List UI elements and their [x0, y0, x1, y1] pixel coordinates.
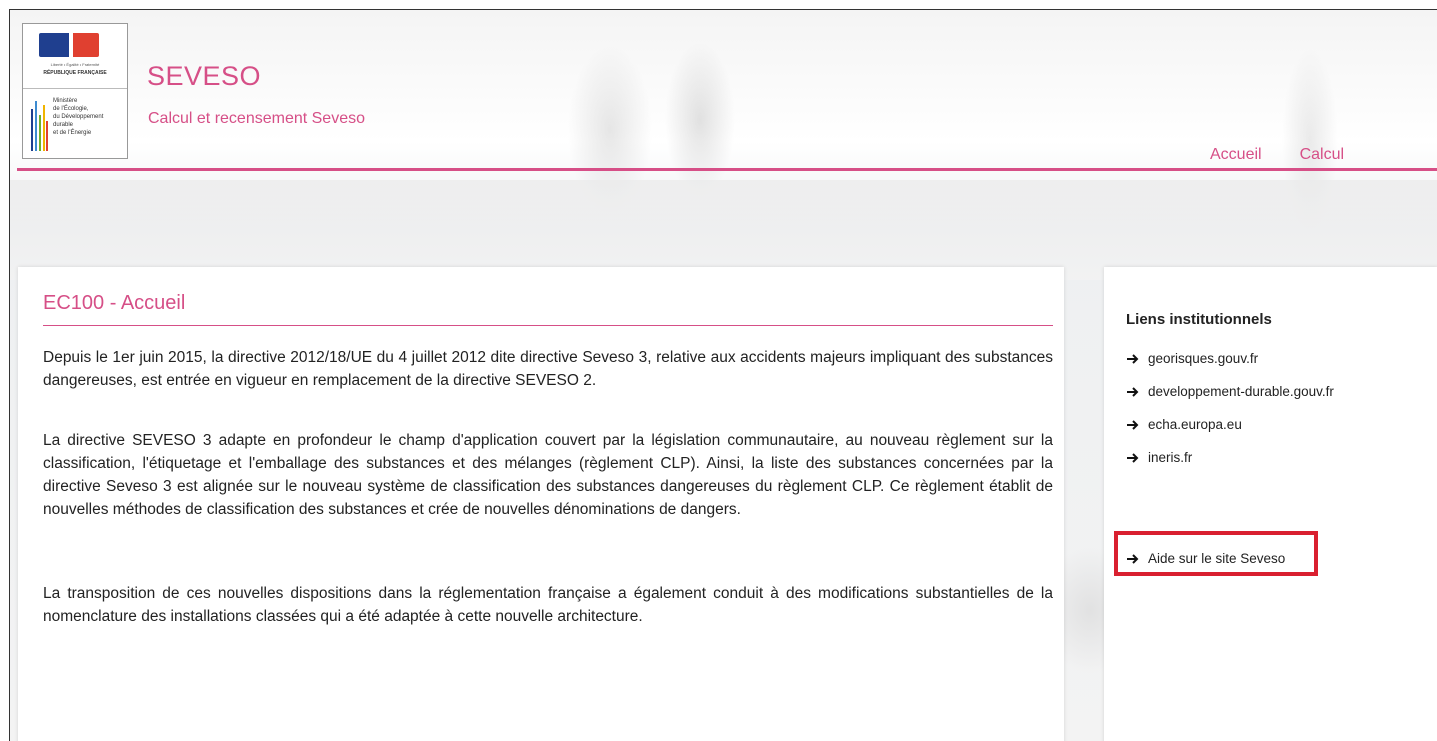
republic-name: RÉPUBLIQUE FRANÇAISE — [43, 70, 107, 76]
link-georisques[interactable]: georisques.gouv.fr — [1126, 351, 1258, 366]
ministry-lines-icon — [31, 101, 48, 151]
intro-paragraph-2: La directive SEVESO 3 adapte en profonde… — [43, 432, 1053, 518]
link-label: Aide sur le site Seveso — [1148, 551, 1286, 566]
republic-logo: Liberté • Égalité • Fraternité RÉPUBLIQU… — [23, 24, 127, 89]
marianne-red-shape — [73, 33, 99, 57]
arrow-right-icon — [1127, 553, 1139, 564]
link-label: developpement-durable.gouv.fr — [1148, 384, 1334, 399]
nav-item-accueil[interactable]: Accueil — [1210, 146, 1262, 164]
page-title: EC100 - Accueil — [43, 292, 186, 314]
page-frame: Liberté • Égalité • Fraternité RÉPUBLIQU… — [9, 9, 1437, 741]
republic-motto: Liberté • Égalité • Fraternité — [50, 62, 100, 67]
link-label: georisques.gouv.fr — [1148, 351, 1259, 366]
link-echa[interactable]: echa.europa.eu — [1126, 417, 1242, 432]
intro-paragraph-3: La transposition de ces nouvelles dispos… — [43, 585, 1053, 625]
arrow-right-icon — [1127, 452, 1139, 463]
ministry-name: Ministère de l'Écologie, du Développemen… — [53, 98, 104, 136]
institutional-links-panel: Liens institutionnels georisques.gouv.fr… — [1104, 267, 1437, 741]
link-ineris[interactable]: ineris.fr — [1126, 450, 1192, 465]
site-title[interactable]: SEVESO — [147, 61, 261, 92]
title-divider — [43, 325, 1053, 326]
intro-paragraph-1: Depuis le 1er juin 2015, la directive 20… — [43, 349, 1053, 389]
background-band — [10, 180, 1437, 280]
main-content-card: EC100 - Accueil Depuis le 1er juin 2015,… — [18, 267, 1064, 741]
arrow-right-icon — [1127, 386, 1139, 397]
site-subtitle: Calcul et recensement Seveso — [148, 110, 365, 127]
link-developpement-durable[interactable]: developpement-durable.gouv.fr — [1126, 384, 1334, 399]
nav-item-calcul[interactable]: Calcul — [1300, 146, 1344, 164]
sidebar-title: Liens institutionnels — [1126, 311, 1272, 328]
marianne-blue-shape — [39, 33, 69, 57]
arrow-right-icon — [1127, 353, 1139, 364]
link-help-seveso[interactable]: Aide sur le site Seveso — [1126, 551, 1285, 566]
ministry-logo: Ministère de l'Écologie, du Développemen… — [23, 89, 127, 157]
link-label: ineris.fr — [1148, 450, 1193, 465]
main-nav: Accueil Calcul — [1210, 146, 1344, 164]
government-logo[interactable]: Liberté • Égalité • Fraternité RÉPUBLIQU… — [22, 23, 128, 159]
header-divider — [17, 168, 1437, 171]
arrow-right-icon — [1127, 419, 1139, 430]
link-label: echa.europa.eu — [1148, 417, 1242, 432]
